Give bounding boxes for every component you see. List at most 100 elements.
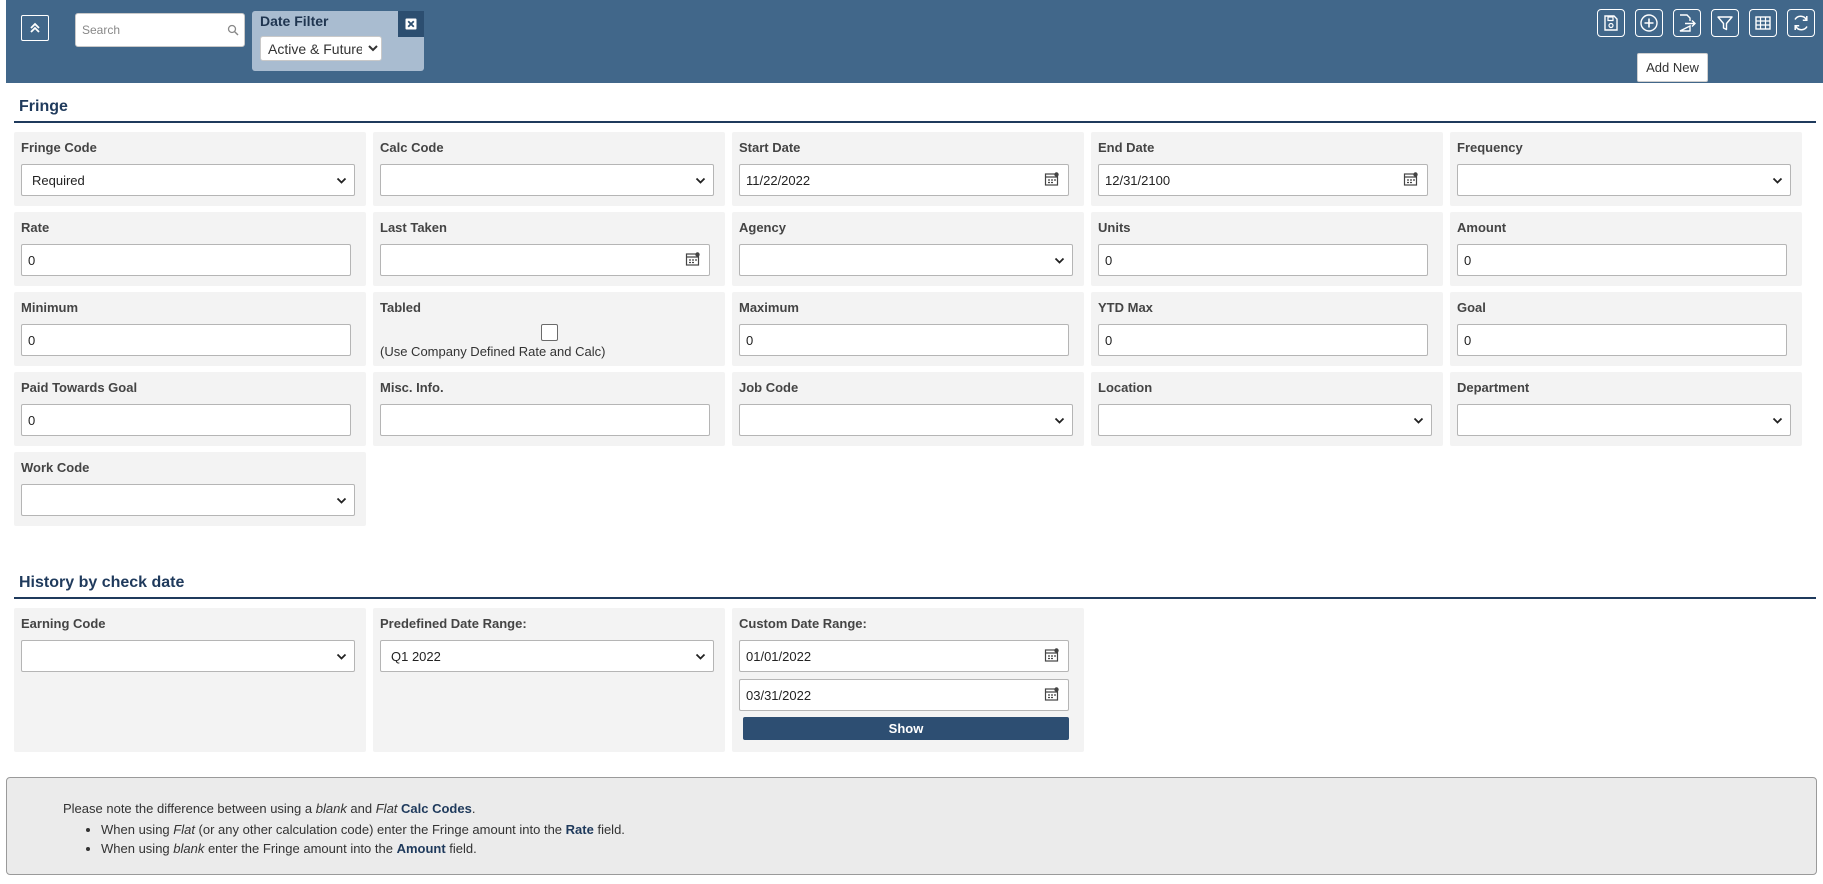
refresh-icon: [1794, 15, 1808, 31]
work-code-label: Work Code: [21, 460, 90, 475]
collapse-button[interactable]: [21, 15, 49, 41]
amount-field: Amount 0: [1450, 212, 1802, 286]
search-icon[interactable]: [227, 24, 239, 36]
maximum-value: 0: [746, 332, 754, 348]
chevron-down-icon: [695, 653, 706, 660]
close-icon: [405, 18, 417, 30]
agency-select[interactable]: [739, 244, 1073, 276]
note-text: Rate: [565, 822, 594, 837]
custom-range-to-value: 03/31/2022: [746, 687, 812, 703]
custom-range-label: Custom Date Range:: [739, 616, 867, 631]
add-new-button[interactable]: [1635, 9, 1663, 37]
last-taken-label: Last Taken: [380, 220, 447, 235]
calendar-icon[interactable]: [1044, 171, 1060, 187]
custom-range-from-value: 01/01/2022: [746, 648, 812, 664]
chevron-down-icon: [695, 177, 706, 184]
units-input[interactable]: 0: [1098, 244, 1428, 276]
export-icon: [1679, 14, 1696, 32]
calc-code-label: Calc Code: [380, 140, 444, 155]
show-button[interactable]: Show: [743, 717, 1069, 740]
calendar-icon[interactable]: [1044, 647, 1060, 663]
note-text: Calc Codes: [401, 801, 472, 816]
maximum-field: Maximum 0: [732, 292, 1084, 366]
department-select[interactable]: [1457, 404, 1791, 436]
earning-code-select[interactable]: [21, 640, 355, 672]
export-button[interactable]: [1673, 9, 1701, 37]
fringe-code-select[interactable]: Required: [21, 164, 355, 196]
paid-towards-goal-label: Paid Towards Goal: [21, 380, 138, 395]
search-input[interactable]: [80, 15, 220, 45]
filter-button[interactable]: [1711, 9, 1739, 37]
note-bullet-blank: When using blank enter the Fringe amount…: [101, 839, 1816, 858]
calc-code-select[interactable]: [380, 164, 714, 196]
paid-towards-goal-input[interactable]: 0: [21, 404, 351, 436]
custom-range-to-input[interactable]: 03/31/2022: [739, 679, 1069, 711]
location-field: Location: [1091, 372, 1443, 446]
search-box: [75, 13, 245, 47]
frequency-field: Frequency: [1450, 132, 1802, 206]
custom-range-from-input[interactable]: 01/01/2022: [739, 640, 1069, 672]
note-text: and: [346, 801, 376, 816]
calendar-icon[interactable]: [1044, 686, 1060, 702]
start-date-input[interactable]: 11/22/2022: [739, 164, 1069, 196]
earning-code-field: Earning Code: [14, 608, 366, 752]
note-text: Flat: [375, 801, 398, 816]
note-text: .: [471, 801, 476, 816]
earning-code-label: Earning Code: [21, 616, 106, 631]
filter-icon: [1717, 16, 1733, 31]
note-list: When using Flat (or any other calculatio…: [63, 820, 1816, 858]
date-filter-close-button[interactable]: [398, 11, 424, 37]
tabled-field: Tabled (Use Company Defined Rate and Cal…: [373, 292, 725, 366]
amount-input[interactable]: 0: [1457, 244, 1787, 276]
goal-input[interactable]: 0: [1457, 324, 1787, 356]
refresh-button[interactable]: [1787, 9, 1815, 37]
add-icon: [1640, 14, 1658, 32]
goal-value: 0: [1464, 332, 1472, 348]
ytd-max-value: 0: [1105, 332, 1113, 348]
units-label: Units: [1098, 220, 1131, 235]
frequency-select[interactable]: [1457, 164, 1791, 196]
grid-icon: [1755, 16, 1771, 30]
misc-info-input[interactable]: [380, 404, 710, 436]
add-new-tooltip: Add New: [1637, 53, 1708, 82]
toolbar: Date Filter Active & Future: [6, 0, 1823, 83]
misc-info-label: Misc. Info.: [380, 380, 444, 395]
note-text: When using: [101, 841, 174, 856]
end-date-input[interactable]: 12/31/2100: [1098, 164, 1428, 196]
save-button[interactable]: [1597, 9, 1625, 37]
note-bullet-flat: When using Flat (or any other calculatio…: [101, 820, 1816, 839]
maximum-input[interactable]: 0: [739, 324, 1069, 356]
chevron-down-icon: [1054, 417, 1065, 424]
grid-view-button[interactable]: [1749, 9, 1777, 37]
chevron-down-icon: [1413, 417, 1424, 424]
rate-input[interactable]: 0: [21, 244, 351, 276]
ytd-max-field: YTD Max 0: [1091, 292, 1443, 366]
ytd-max-input[interactable]: 0: [1098, 324, 1428, 356]
minimum-input[interactable]: 0: [21, 324, 351, 356]
work-code-select[interactable]: [21, 484, 355, 516]
end-date-field: End Date 12/31/2100: [1091, 132, 1443, 206]
predefined-range-field: Predefined Date Range: Q1 2022: [373, 608, 725, 752]
fringe-section-rule: [14, 121, 1816, 123]
location-select[interactable]: [1098, 404, 1432, 436]
last-taken-input[interactable]: [380, 244, 710, 276]
misc-info-field: Misc. Info.: [373, 372, 725, 446]
rate-field: Rate 0: [14, 212, 366, 286]
start-date-field: Start Date 11/22/2022: [732, 132, 1084, 206]
calc-code-note: Please note the difference between using…: [6, 777, 1817, 875]
ytd-max-label: YTD Max: [1098, 300, 1153, 315]
job-code-label: Job Code: [739, 380, 799, 395]
tabled-checkbox[interactable]: [541, 324, 558, 341]
job-code-select[interactable]: [739, 404, 1073, 436]
calendar-icon[interactable]: [1403, 171, 1419, 187]
chevron-down-icon: [336, 177, 347, 184]
note-text: blank: [173, 841, 205, 856]
goal-label: Goal: [1457, 300, 1486, 315]
end-date-value: 12/31/2100: [1105, 172, 1171, 188]
units-value: 0: [1105, 252, 1113, 268]
predefined-range-select[interactable]: Q1 2022: [380, 640, 714, 672]
date-filter-select[interactable]: Active & Future: [260, 36, 382, 61]
calc-code-field: Calc Code: [373, 132, 725, 206]
calendar-icon[interactable]: [685, 251, 701, 267]
frequency-label: Frequency: [1457, 140, 1523, 155]
